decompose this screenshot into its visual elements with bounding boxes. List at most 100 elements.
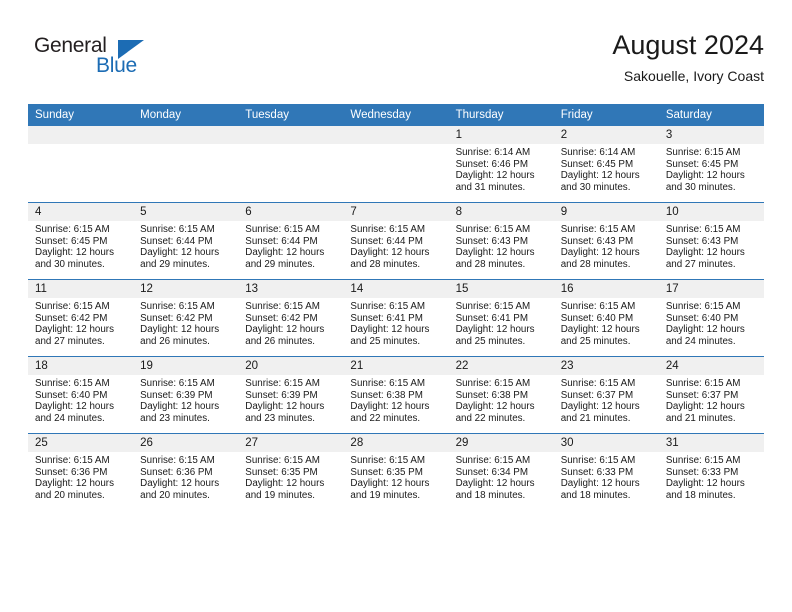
day-number: 11	[28, 280, 134, 298]
day-number: 22	[448, 357, 554, 375]
calendar-day-cell[interactable]: 11 Sunrise: 6:15 AM Sunset: 6:42 PM Dayligh…	[28, 279, 134, 357]
sunrise-text: Sunrise: 6:15 AM	[35, 455, 110, 466]
weekday-header-wednesday: Wednesday	[343, 104, 449, 126]
calendar-day-cell[interactable]: 12 Sunrise: 6:15 AM Sunset: 6:42 PM Dayligh…	[133, 279, 239, 357]
calendar-day-cell[interactable]: 21 Sunrise: 6:15 AM Sunset: 6:38 PM Dayligh…	[343, 356, 449, 434]
calendar-day-cell[interactable]: 25 Sunrise: 6:15 AM Sunset: 6:36 PM Dayligh…	[28, 433, 134, 510]
sunrise-text: Sunrise: 6:15 AM	[35, 378, 110, 389]
daylight-text: Daylight: 12 hours and 19 minutes.	[245, 478, 325, 502]
day-number: 18	[28, 357, 134, 375]
sunset-text: Sunset: 6:36 PM	[35, 466, 108, 478]
calendar-day-cell[interactable]: 17 Sunrise: 6:15 AM Sunset: 6:40 PM Dayligh…	[658, 279, 764, 357]
day-details: Sunrise: 6:15 AM Sunset: 6:40 PM Daylight:…	[659, 298, 764, 348]
sunset-text: Sunset: 6:42 PM	[245, 312, 318, 324]
calendar-day-cell[interactable]: 30 Sunrise: 6:15 AM Sunset: 6:33 PM Dayligh…	[553, 433, 659, 510]
calendar-day-cell[interactable]: 22 Sunrise: 6:15 AM Sunset: 6:38 PM Dayligh…	[448, 356, 554, 434]
daylight-text: Daylight: 12 hours and 29 minutes.	[245, 247, 325, 271]
calendar-day-cell[interactable]: 14 Sunrise: 6:15 AM Sunset: 6:41 PM Dayligh…	[343, 279, 449, 357]
calendar-day-cell[interactable]: 16 Sunrise: 6:15 AM Sunset: 6:40 PM Dayligh…	[553, 279, 659, 357]
daylight-text: Daylight: 12 hours and 31 minutes.	[455, 170, 535, 194]
calendar-week-row: 11 Sunrise: 6:15 AM Sunset: 6:42 PM Dayligh…	[28, 279, 764, 357]
calendar-day-cell[interactable]: 31 Sunrise: 6:15 AM Sunset: 6:33 PM Dayligh…	[658, 433, 764, 510]
sunset-text: Sunset: 6:44 PM	[140, 235, 213, 247]
calendar-day-cell[interactable]: 26 Sunrise: 6:15 AM Sunset: 6:36 PM Dayligh…	[133, 433, 239, 510]
calendar-day-cell[interactable]: 24 Sunrise: 6:15 AM Sunset: 6:37 PM Dayligh…	[658, 356, 764, 434]
daylight-text: Daylight: 12 hours and 22 minutes.	[350, 401, 430, 425]
calendar-day-cell[interactable]: 10 Sunrise: 6:15 AM Sunset: 6:43 PM Dayligh…	[658, 202, 764, 280]
day-details: Sunrise: 6:15 AM Sunset: 6:45 PM Daylight:…	[28, 221, 133, 271]
sunrise-text: Sunrise: 6:15 AM	[560, 301, 636, 312]
daylight-text: Daylight: 12 hours and 25 minutes.	[455, 324, 535, 348]
sunrise-text: Sunrise: 6:15 AM	[665, 455, 741, 466]
calendar-day-cell[interactable]: 23 Sunrise: 6:15 AM Sunset: 6:37 PM Dayligh…	[553, 356, 659, 434]
daylight-text: Daylight: 12 hours and 19 minutes.	[350, 478, 430, 502]
sunset-text: Sunset: 6:35 PM	[350, 466, 423, 478]
calendar-day-cell[interactable]: 28 Sunrise: 6:15 AM Sunset: 6:35 PM Dayligh…	[343, 433, 449, 510]
day-details: Sunrise: 6:15 AM Sunset: 6:45 PM Daylight:…	[659, 144, 764, 194]
day-number: 27	[238, 434, 344, 452]
day-number-band	[238, 126, 344, 144]
calendar-day-cell[interactable]: 3 Sunrise: 6:15 AM Sunset: 6:45 PM Daylight…	[658, 126, 764, 203]
calendar-week-row: 25 Sunrise: 6:15 AM Sunset: 6:36 PM Dayligh…	[28, 433, 764, 510]
weekday-header-row: Sunday Monday Tuesday Wednesday Thursday…	[28, 104, 764, 126]
calendar-week-row: 4 Sunrise: 6:15 AM Sunset: 6:45 PM Daylight…	[28, 202, 764, 280]
day-details: Sunrise: 6:15 AM Sunset: 6:34 PM Daylight:…	[449, 452, 554, 502]
sunrise-text: Sunrise: 6:15 AM	[140, 455, 215, 466]
sunset-text: Sunset: 6:44 PM	[245, 235, 318, 247]
day-details: Sunrise: 6:15 AM Sunset: 6:33 PM Daylight:…	[659, 452, 764, 502]
day-number-band	[343, 126, 449, 144]
day-number: 21	[343, 357, 449, 375]
calendar-day-cell[interactable]: 4 Sunrise: 6:15 AM Sunset: 6:45 PM Daylight…	[28, 202, 134, 280]
calendar-day-cell[interactable]: 2 Sunrise: 6:14 AM Sunset: 6:45 PM Daylight…	[553, 126, 659, 203]
calendar-day-cell[interactable]: 29 Sunrise: 6:15 AM Sunset: 6:34 PM Dayligh…	[448, 433, 554, 510]
sunrise-text: Sunrise: 6:15 AM	[350, 378, 426, 389]
daylight-text: Daylight: 12 hours and 30 minutes.	[665, 170, 745, 194]
day-details: Sunrise: 6:14 AM Sunset: 6:46 PM Daylight:…	[449, 144, 554, 194]
sunrise-text: Sunrise: 6:15 AM	[455, 455, 531, 466]
day-details: Sunrise: 6:15 AM Sunset: 6:42 PM Daylight:…	[133, 298, 238, 348]
day-number: 9	[553, 203, 659, 221]
calendar-day-cell[interactable]: 8 Sunrise: 6:15 AM Sunset: 6:43 PM Daylight…	[448, 202, 554, 280]
calendar-day-cell[interactable]: 15 Sunrise: 6:15 AM Sunset: 6:41 PM Dayligh…	[448, 279, 554, 357]
calendar-day-cell[interactable]: 7 Sunrise: 6:15 AM Sunset: 6:44 PM Daylight…	[343, 202, 449, 280]
day-number: 28	[343, 434, 449, 452]
calendar-day-cell[interactable]: 18 Sunrise: 6:15 AM Sunset: 6:40 PM Dayligh…	[28, 356, 134, 434]
daylight-text: Daylight: 12 hours and 18 minutes.	[455, 478, 535, 502]
daylight-text: Daylight: 12 hours and 23 minutes.	[245, 401, 325, 425]
calendar-week-row: 18 Sunrise: 6:15 AM Sunset: 6:40 PM Dayligh…	[28, 356, 764, 434]
sunset-text: Sunset: 6:40 PM	[35, 389, 108, 401]
day-number: 1	[448, 126, 554, 144]
day-details: Sunrise: 6:15 AM Sunset: 6:33 PM Daylight:…	[554, 452, 659, 502]
day-number: 30	[553, 434, 659, 452]
sunset-text: Sunset: 6:45 PM	[665, 158, 739, 170]
calendar-day-cell[interactable]: 13 Sunrise: 6:15 AM Sunset: 6:42 PM Dayligh…	[238, 279, 344, 357]
calendar-day-cell[interactable]: 1 Sunrise: 6:14 AM Sunset: 6:46 PM Daylight…	[448, 126, 554, 203]
sunset-text: Sunset: 6:42 PM	[140, 312, 213, 324]
calendar-body: 1 Sunrise: 6:14 AM Sunset: 6:46 PM Daylight…	[28, 126, 764, 510]
calendar-day-cell[interactable]: 27 Sunrise: 6:15 AM Sunset: 6:35 PM Dayligh…	[238, 433, 344, 510]
sunrise-text: Sunrise: 6:15 AM	[140, 224, 215, 235]
calendar-day-cell[interactable]: 20 Sunrise: 6:15 AM Sunset: 6:39 PM Dayligh…	[238, 356, 344, 434]
day-number: 7	[343, 203, 449, 221]
day-details: Sunrise: 6:15 AM Sunset: 6:44 PM Daylight:…	[238, 221, 343, 271]
calendar-day-cell[interactable]: 19 Sunrise: 6:15 AM Sunset: 6:39 PM Dayligh…	[133, 356, 239, 434]
sunrise-text: Sunrise: 6:15 AM	[455, 378, 531, 389]
page-header: General Blue August 2024 Sakouelle, Ivor…	[28, 28, 764, 96]
sunrise-text: Sunrise: 6:15 AM	[245, 301, 320, 312]
sunrise-text: Sunrise: 6:15 AM	[665, 378, 741, 389]
calendar-head: Sunday Monday Tuesday Wednesday Thursday…	[28, 104, 764, 126]
day-number: 5	[133, 203, 239, 221]
day-number: 3	[658, 126, 764, 144]
calendar-day-cell[interactable]: 5 Sunrise: 6:15 AM Sunset: 6:44 PM Daylight…	[133, 202, 239, 280]
sunrise-text: Sunrise: 6:15 AM	[560, 378, 636, 389]
calendar-day-cell[interactable]: 9 Sunrise: 6:15 AM Sunset: 6:43 PM Daylight…	[553, 202, 659, 280]
calendar-day-cell-empty	[133, 126, 239, 203]
calendar-day-cell[interactable]: 6 Sunrise: 6:15 AM Sunset: 6:44 PM Daylight…	[238, 202, 344, 280]
sunrise-text: Sunrise: 6:15 AM	[665, 224, 741, 235]
day-details: Sunrise: 6:15 AM Sunset: 6:44 PM Daylight:…	[133, 221, 238, 271]
generalblue-logo[interactable]: General Blue	[34, 34, 184, 86]
daylight-text: Daylight: 12 hours and 27 minutes.	[665, 247, 745, 271]
day-details: Sunrise: 6:15 AM Sunset: 6:38 PM Daylight:…	[343, 375, 448, 425]
day-details: Sunrise: 6:15 AM Sunset: 6:39 PM Daylight:…	[133, 375, 238, 425]
day-details: Sunrise: 6:15 AM Sunset: 6:40 PM Daylight:…	[28, 375, 133, 425]
